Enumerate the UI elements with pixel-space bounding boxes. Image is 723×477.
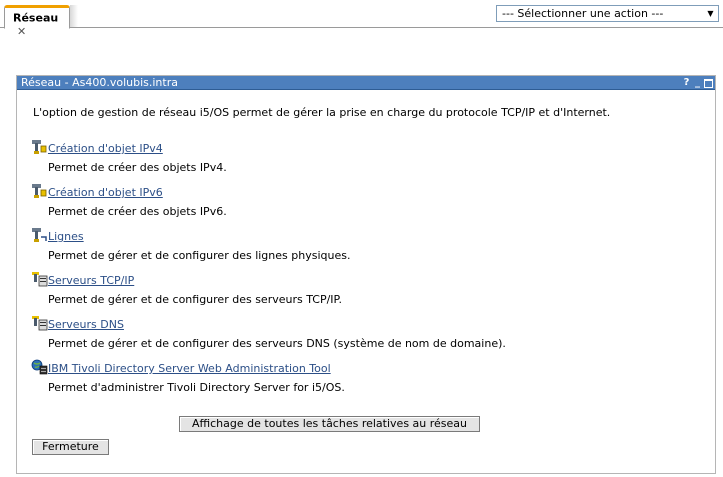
tab-bar: Réseau✕ --- Sélectionner une action --- … <box>0 0 723 38</box>
item-description: Permet de gérer et de configurer des lig… <box>48 249 351 262</box>
tab-reseau[interactable]: Réseau✕ <box>4 5 70 38</box>
network-portlet: Réseau - As400.volubis.intra ? _ L'optio… <box>16 75 716 474</box>
list-item: Création d'objet IPv4 Permet de créer de… <box>31 139 227 174</box>
chevron-down-icon[interactable]: ▼ <box>703 6 718 21</box>
link-dns-servers[interactable]: Serveurs DNS <box>48 318 124 331</box>
portlet-controls: ? _ <box>682 76 713 90</box>
item-description: Permet de créer des objets IPv6. <box>48 205 227 218</box>
tab-shadow <box>70 5 78 27</box>
list-item: Création d'objet IPv6 Permet de créer de… <box>31 183 227 218</box>
portlet-title: Réseau - As400.volubis.intra <box>21 76 178 89</box>
wrench-object-icon <box>31 139 48 155</box>
tab-label: Réseau <box>13 11 59 25</box>
help-icon[interactable]: ? <box>682 77 691 89</box>
link-tivoli-directory-tool[interactable]: IBM Tivoli Directory Server Web Administ… <box>48 362 331 375</box>
maximize-icon[interactable] <box>704 78 713 88</box>
wrench-object-icon <box>31 183 48 199</box>
show-all-tasks-button[interactable]: Affichage de toutes les tâches relatives… <box>179 416 480 432</box>
item-description: Permet d'administrer Tivoli Directory Se… <box>48 381 345 394</box>
globe-server-icon <box>31 359 48 375</box>
intro-text: L'option de gestion de réseau i5/OS perm… <box>33 106 611 119</box>
list-item: Serveurs DNS Permet de gérer et de confi… <box>31 315 506 350</box>
portlet-title-bar: Réseau - As400.volubis.intra ? _ <box>17 76 715 90</box>
link-ipv4-object[interactable]: Création d'objet IPv4 <box>48 142 163 155</box>
item-description: Permet de créer des objets IPv4. <box>48 161 227 174</box>
server-wrench-icon <box>31 315 48 331</box>
list-item: IBM Tivoli Directory Server Web Administ… <box>31 359 345 394</box>
minimize-icon[interactable]: _ <box>693 77 702 89</box>
item-description: Permet de gérer et de configurer des ser… <box>48 293 342 306</box>
server-wrench-icon <box>31 271 48 287</box>
action-select[interactable]: --- Sélectionner une action --- ▼ <box>496 5 719 22</box>
action-select-value: --- Sélectionner une action --- <box>502 7 664 20</box>
close-button[interactable]: Fermeture <box>32 439 109 455</box>
link-ipv6-object[interactable]: Création d'objet IPv6 <box>48 186 163 199</box>
close-icon[interactable]: ✕ <box>17 25 26 38</box>
link-lines[interactable]: Lignes <box>48 230 84 243</box>
link-tcpip-servers[interactable]: Serveurs TCP/IP <box>48 274 134 287</box>
list-item: Lignes Permet de gérer et de configurer … <box>31 227 350 262</box>
item-description: Permet de gérer et de configurer des ser… <box>48 337 506 350</box>
wrench-line-icon <box>31 227 48 243</box>
list-item: Serveurs TCP/IP Permet de gérer et de co… <box>31 271 342 306</box>
